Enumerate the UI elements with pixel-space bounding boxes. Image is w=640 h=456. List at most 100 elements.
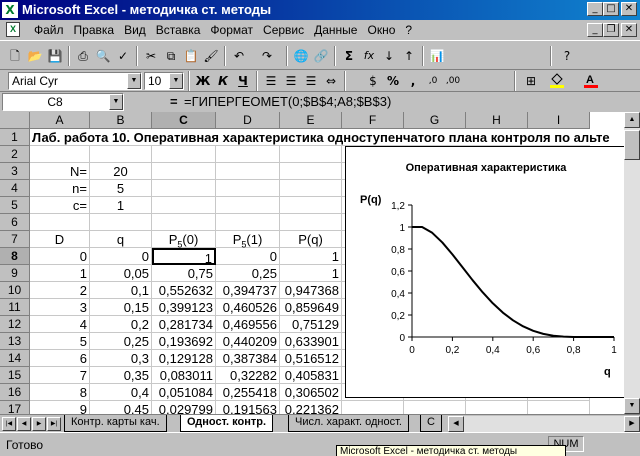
cell[interactable] [152,146,216,163]
sheet-title[interactable]: Лаб. работа 10. Оперативная характеристи… [30,129,610,146]
menu-view[interactable]: Вид [122,22,148,38]
chart-wizard-icon[interactable]: 📊 [428,47,446,65]
data-cell[interactable]: 0,45 [90,401,152,414]
data-cell[interactable]: 0,859649 [280,299,342,316]
header-pq[interactable]: P(q) [280,231,342,248]
data-cell[interactable]: 0 [30,248,90,265]
data-cell[interactable]: 0,129128 [152,350,216,367]
row-header-6[interactable]: 6 [0,214,30,231]
data-cell[interactable]: 0,029799 [152,401,216,414]
data-cell[interactable]: 0,552632 [152,282,216,299]
param-value[interactable]: 5 [90,180,152,197]
data-cell[interactable]: 0,516512 [280,350,342,367]
data-cell[interactable]: 0,281734 [152,316,216,333]
data-cell[interactable]: 0,75129 [280,316,342,333]
autosum-icon[interactable]: Σ [340,47,358,65]
row-header-5[interactable]: 5 [0,197,30,214]
comma-style-button[interactable]: , [404,72,422,90]
data-cell[interactable]: 0,083011 [152,367,216,384]
header-p5-0[interactable]: P5(0) [152,231,216,250]
minimize-button[interactable]: _ [587,2,603,16]
worksheet-grid[interactable]: ABCDEFGHI 1 2 3 4 5 6 7 8 9 10 11 12 13 14 15 16 17 Лаб.… [0,112,624,414]
percent-button[interactable]: % [384,72,402,90]
data-cell[interactable]: 0,32282 [216,367,280,384]
cell[interactable] [280,180,342,197]
undo-icon[interactable]: ↶ [230,47,248,65]
web-toolbar-icon[interactable]: 🔗 [312,47,330,65]
data-cell[interactable]: 0,440209 [216,333,280,350]
function-icon[interactable]: fx [360,47,378,65]
sort-descending-icon[interactable]: ↑ [400,47,418,65]
open-icon[interactable]: 📂 [26,47,44,65]
maximize-button[interactable]: □ [603,2,619,16]
horizontal-scrollbar[interactable]: ◀ ▶ [448,416,640,432]
currency-icon[interactable]: $ [364,72,382,90]
spelling-icon[interactable]: ✓ [114,47,132,65]
column-header-d[interactable]: D [216,112,280,129]
data-cell[interactable]: 1 [280,265,342,282]
next-sheet-icon[interactable]: ▶ [32,417,46,431]
data-cell[interactable]: 0,387384 [216,350,280,367]
bold-button[interactable]: Ж [194,72,212,90]
prev-sheet-icon[interactable]: ◀ [17,417,31,431]
row-header-10[interactable]: 10 [0,282,30,299]
data-cell[interactable]: 0,191563 [216,401,280,414]
column-header-e[interactable]: E [280,112,342,129]
row-header-1[interactable]: 1 [0,129,30,146]
format-painter-icon[interactable]: 🖌 [202,47,220,65]
align-left-icon[interactable]: ☰ [262,72,280,90]
data-cell[interactable]: 0,306502 [280,384,342,401]
column-header-i[interactable]: I [528,112,590,129]
data-cell[interactable]: 0,25 [90,333,152,350]
cell[interactable] [30,214,90,231]
data-cell[interactable]: 0,3 [90,350,152,367]
scroll-up-icon[interactable]: ▲ [624,112,640,128]
param-value[interactable]: 1 [90,197,152,214]
data-cell[interactable]: 0,051084 [152,384,216,401]
select-all-corner[interactable] [0,112,30,129]
cell[interactable] [216,180,280,197]
data-cell[interactable]: 5 [30,333,90,350]
underline-button[interactable]: Ч [234,72,252,90]
data-cell[interactable]: 0,193692 [152,333,216,350]
italic-button[interactable]: К [214,72,232,90]
data-cell[interactable]: 0,2 [90,316,152,333]
cell[interactable] [280,163,342,180]
formula-equals-icon[interactable]: = [170,94,178,110]
save-icon[interactable]: 💾 [46,47,64,65]
data-cell[interactable]: 0,05 [90,265,152,282]
doc-minimize-button[interactable]: _ [587,23,603,37]
row-header-4[interactable]: 4 [0,180,30,197]
data-cell[interactable]: 1 [280,248,342,265]
scroll-thumb[interactable] [624,130,640,160]
sort-ascending-icon[interactable]: ↓ [380,47,398,65]
formula-input[interactable]: =ГИПЕРГЕОМЕТ(0;$B$4;A8;$B$3) [184,94,391,110]
param-label[interactable]: n= [30,180,90,197]
copy-icon[interactable]: ⧉ [162,47,180,65]
row-header-7[interactable]: 7 [0,231,30,248]
column-header-g[interactable]: G [404,112,466,129]
cut-icon[interactable]: ✂ [142,47,160,65]
menu-data[interactable]: Данные [312,22,359,38]
data-cell[interactable]: 9 [30,401,90,414]
data-cell[interactable]: 1 [30,265,90,282]
data-cell[interactable]: 0,4 [90,384,152,401]
close-button[interactable]: ✕ [621,2,637,16]
data-cell[interactable]: 0,255418 [216,384,280,401]
data-cell[interactable]: 0,399123 [152,299,216,316]
data-cell[interactable]: 2 [30,282,90,299]
param-label[interactable]: N= [30,163,90,180]
cell[interactable] [404,401,466,414]
scroll-right-icon[interactable]: ▶ [624,416,640,432]
row-header-9[interactable]: 9 [0,265,30,282]
cell[interactable] [152,163,216,180]
data-cell[interactable]: 0 [90,248,152,265]
last-sheet-icon[interactable]: ▶| [47,417,61,431]
column-header-b[interactable]: B [90,112,152,129]
row-header-11[interactable]: 11 [0,299,30,316]
data-cell[interactable]: 0,25 [216,265,280,282]
cell[interactable] [280,214,342,231]
row-header-13[interactable]: 13 [0,333,30,350]
scroll-left-icon[interactable]: ◀ [448,416,464,432]
name-box[interactable]: C8 ▼ [2,93,124,111]
